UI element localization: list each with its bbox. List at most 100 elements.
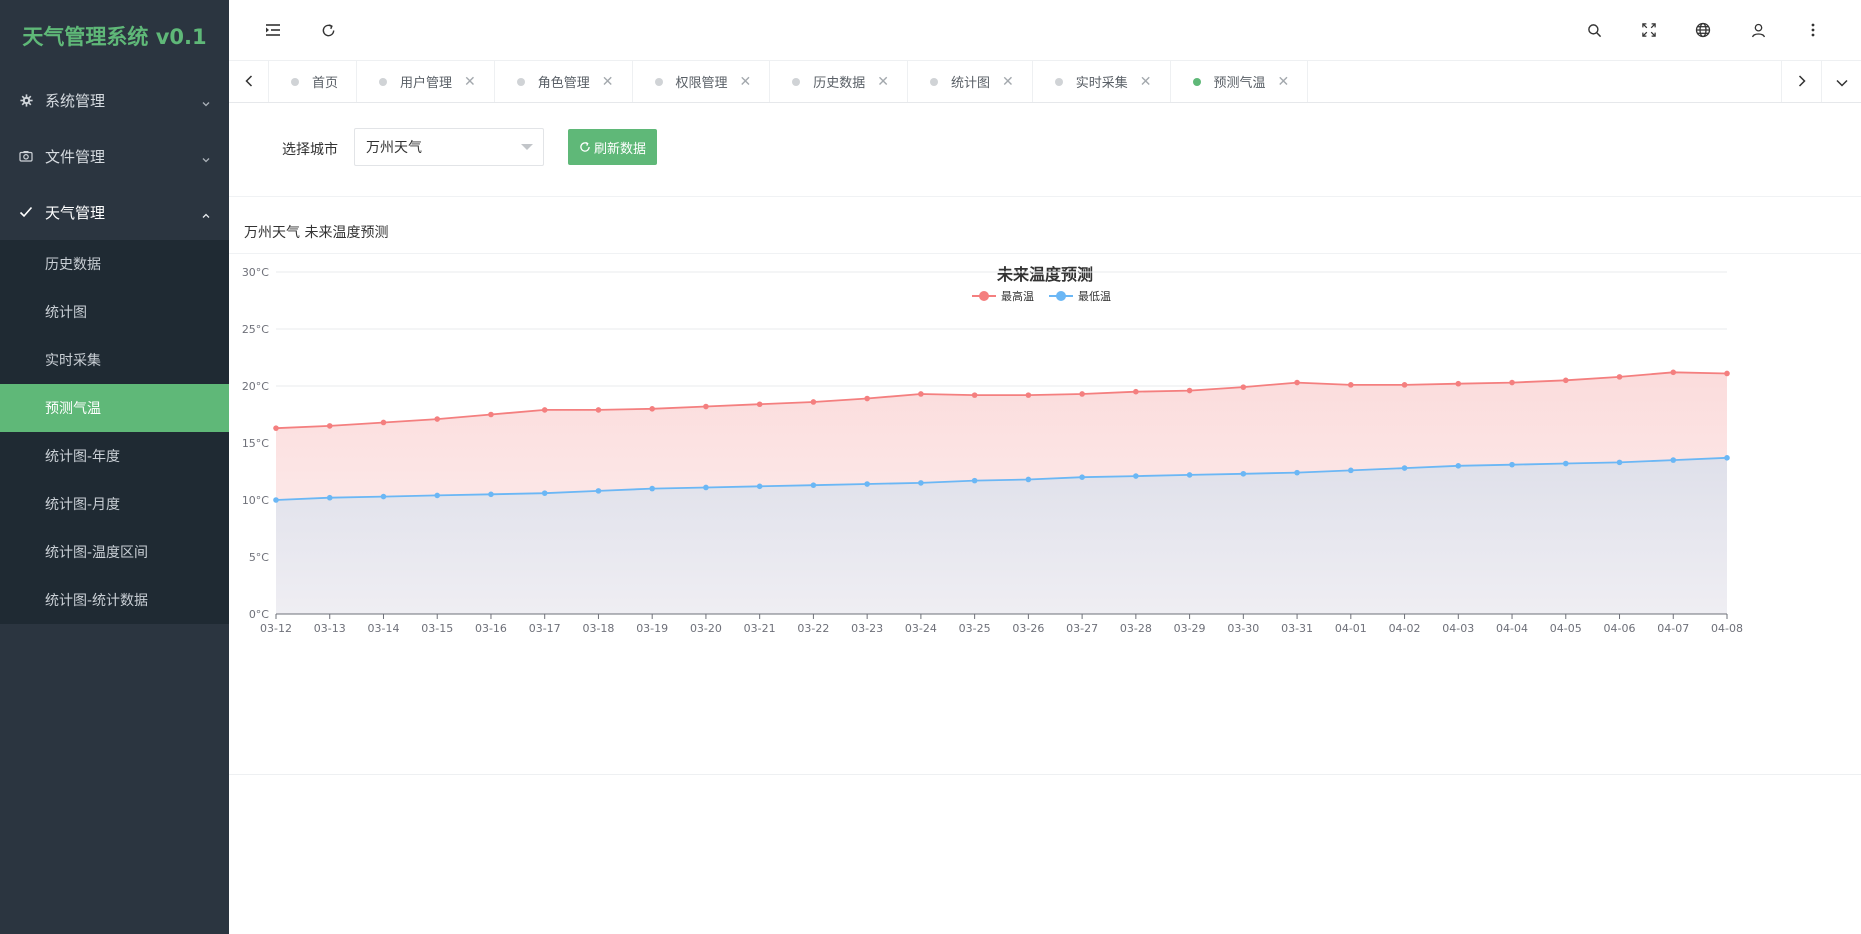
data-point [1670, 369, 1677, 376]
refresh-icon[interactable] [317, 19, 339, 41]
more-icon[interactable] [1802, 19, 1824, 41]
data-point [1240, 384, 1247, 390]
x-tick-label: 03-21 [744, 622, 776, 635]
close-icon[interactable]: ✕ [464, 74, 476, 90]
y-tick-label: 5°C [249, 551, 269, 564]
refresh-data-button[interactable]: 刷新数据 [568, 129, 657, 165]
data-point [1724, 455, 1730, 461]
close-icon[interactable]: ✕ [877, 74, 889, 90]
data-point [1186, 472, 1193, 478]
data-point [326, 494, 333, 501]
tab-permission-management[interactable]: 权限管理 ✕ [633, 61, 771, 102]
menu-toggle-icon[interactable] [262, 19, 284, 41]
chart-title: 未来温度预测 [996, 265, 1093, 284]
sidebar-item-chart[interactable]: 统计图 [0, 288, 229, 336]
x-tick-label: 04-06 [1604, 622, 1636, 635]
sidebar-menu-weather[interactable]: 天气管理 [0, 184, 229, 240]
tab-menu-dropdown-button[interactable] [1821, 61, 1861, 102]
close-icon[interactable]: ✕ [602, 74, 614, 90]
chevron-down-icon [201, 151, 211, 163]
tab-home[interactable]: 首页 [269, 61, 358, 102]
check-icon [19, 205, 33, 219]
data-point [918, 480, 924, 486]
sidebar-item-chart-temp-range[interactable]: 统计图-温度区间 [0, 528, 229, 576]
tab-status-dot [1054, 77, 1063, 86]
data-point [756, 401, 763, 408]
y-tick-label: 30°C [242, 266, 269, 279]
data-point [703, 484, 709, 491]
data-point [326, 423, 333, 429]
tab-label: 权限管理 [675, 76, 728, 91]
chart-x-axis: 03-12 03-13 03-14 03-15 03-16 03-17 03-18 03-19… [260, 613, 1743, 635]
tab-label: 角色管理 [537, 76, 590, 91]
close-icon[interactable]: ✕ [1002, 74, 1014, 90]
tab-role-management[interactable]: 角色管理 ✕ [495, 61, 633, 102]
tab-status-dot [930, 77, 939, 86]
tab-forecast[interactable]: 预测气温 ✕ [1171, 61, 1309, 102]
sidebar-menu-label: 天气管理 [45, 203, 106, 222]
city-select-value: 万州天气 [366, 140, 422, 156]
tab-scroll-right-button[interactable] [1781, 61, 1821, 102]
tab-status-dot [291, 77, 299, 86]
data-point [649, 406, 655, 412]
app-root: 天气管理系统 v0.1 系统管理 文件管理 天气管理 历史数据 统计图 实时采集… [0, 0, 1861, 934]
tab-user-management[interactable]: 用户管理 ✕ [357, 61, 495, 102]
gear-icon [19, 93, 33, 107]
tab-history-data[interactable]: 历史数据 ✕ [770, 61, 909, 102]
user-icon[interactable] [1747, 19, 1769, 41]
tab-scroll-left-button[interactable] [229, 61, 269, 102]
x-tick-label: 04-01 [1335, 622, 1367, 635]
sidebar-item-chart-stats[interactable]: 统计图-统计数据 [0, 576, 229, 624]
chevron-left-icon [244, 72, 253, 91]
sidebar-item-chart-monthly[interactable]: 统计图-月度 [0, 480, 229, 528]
close-icon[interactable]: ✕ [1140, 74, 1152, 90]
x-tick-label: 04-04 [1496, 622, 1528, 635]
tab-realtime[interactable]: 实时采集 ✕ [1033, 61, 1171, 102]
data-point [1348, 382, 1354, 388]
sidebar-menu-files[interactable]: 文件管理 [0, 128, 229, 184]
sidebar-item-realtime[interactable]: 实时采集 [0, 336, 229, 384]
sidebar-item-chart-yearly[interactable]: 统计图-年度 [0, 432, 229, 480]
data-point [1186, 387, 1193, 394]
search-icon[interactable] [1583, 19, 1605, 41]
chart-areas [276, 372, 1727, 614]
tab-label: 首页 [312, 76, 339, 91]
x-tick-label: 03-26 [1012, 622, 1044, 635]
data-point [1670, 457, 1677, 463]
tab-chart[interactable]: 统计图 ✕ [908, 61, 1033, 102]
tab-status-dot [792, 77, 801, 86]
globe-icon[interactable] [1692, 19, 1714, 41]
city-select-label: 选择城市 [282, 142, 338, 158]
city-select[interactable]: 万州天气 [354, 128, 544, 166]
x-tick-label: 03-28 [1120, 622, 1152, 635]
weather-submenu: 历史数据 统计图 实时采集 预测气温 统计图-年度 统计图-月度 统计图-温度区… [0, 240, 229, 624]
x-tick-label: 03-29 [1174, 622, 1206, 635]
tab-label: 统计图 [951, 76, 991, 91]
data-point [1509, 461, 1515, 468]
sidebar-item-history[interactable]: 历史数据 [0, 240, 229, 288]
data-point [1401, 465, 1408, 471]
sidebar-menu-label: 系统管理 [45, 91, 106, 110]
data-point [1348, 467, 1354, 474]
close-icon[interactable]: ✕ [1278, 74, 1290, 90]
data-point [864, 395, 870, 402]
y-tick-label: 20°C [242, 380, 269, 393]
sidebar-item-forecast[interactable]: 预测气温 [0, 384, 229, 432]
legend-marker [1056, 291, 1066, 301]
close-icon[interactable]: ✕ [740, 74, 752, 90]
fullscreen-icon[interactable] [1638, 19, 1660, 41]
data-point [918, 391, 924, 397]
tab-status-dot [516, 77, 525, 86]
x-tick-label: 03-22 [797, 622, 829, 635]
data-point [1616, 374, 1623, 380]
data-point [1509, 379, 1515, 386]
forecast-line-chart: 未来温度预测 最高温 最低温 03-12 03-13 03-14 03-15 03-16 0… [242, 265, 1743, 635]
tab-label: 预测气温 [1213, 76, 1266, 91]
tab-status-dot [1192, 77, 1201, 86]
sidebar-menu-system[interactable]: 系统管理 [0, 72, 229, 128]
x-tick-label: 03-17 [529, 622, 561, 635]
data-point [971, 392, 978, 398]
tab-list: 首页 用户管理 ✕ 角色管理 ✕ 权限管理 ✕ 历史数据 ✕ 统计图 ✕ 实时采… [269, 61, 1781, 102]
data-point [1401, 382, 1408, 388]
data-point [864, 481, 870, 487]
